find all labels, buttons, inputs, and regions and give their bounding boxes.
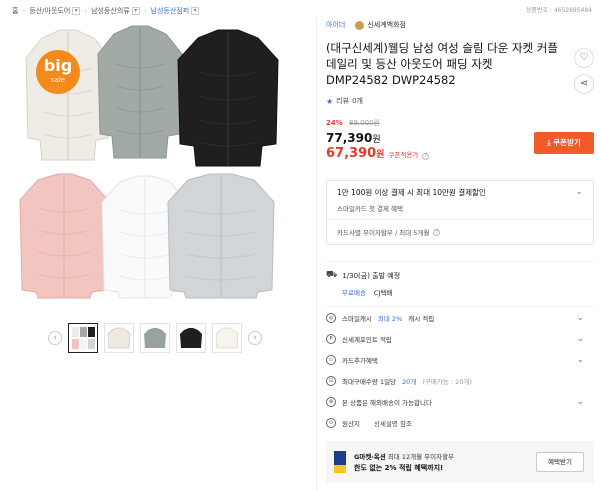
breadcrumb-item-outdoor[interactable]: 등산/아웃도어 ▾ — [29, 6, 81, 16]
option-max-quantity: ⊡ 최대구매수량 1일당 20개 (구매가능 : 20개) — [326, 370, 594, 391]
chevron-down-icon[interactable]: ⌄ — [576, 334, 584, 344]
coupon-download-button[interactable]: ⤓ 쿠폰받기 — [534, 132, 594, 154]
jacket-black — [177, 29, 279, 167]
product-title: (대구신세계)웰딩 남성 여성 슬림 다운 자켓 커플 데일리 및 등산 아웃도… — [326, 41, 558, 87]
origin-icon: ⊙ — [326, 417, 336, 428]
thumbnail-strip: ‹ › — [48, 320, 268, 356]
product-info-panel: 아이더 신세계백화점 (대구신세계)웰딩 남성 여성 슬림 다운 자켓 커플 데… — [326, 18, 594, 483]
gmarket-card-icon — [334, 451, 346, 473]
free-shipping-label: 무료배송 — [342, 289, 366, 297]
thumbnail-image — [107, 327, 131, 349]
globe-icon: ⊕ — [326, 396, 336, 407]
jacket-cream — [25, 29, 111, 161]
carrier-label: CJ택배 — [373, 289, 393, 297]
chevron-down-icon[interactable]: ⌄ — [576, 397, 584, 407]
coupon-price-label: 쿠폰적용가 — [388, 151, 419, 159]
help-icon[interactable]: ? — [422, 153, 430, 160]
option-points[interactable]: P 신세계포인트 적립 ⌄ — [326, 328, 594, 349]
thumbnail-image — [144, 328, 166, 348]
breadcrumb-item-mens-wear[interactable]: 남성등산의류 ▾ — [91, 6, 140, 16]
thumbnail-item[interactable] — [140, 323, 170, 353]
option-overseas-shipping[interactable]: ⊕ 본 상품은 해외배송이 가능합니다 ⌄ — [326, 391, 594, 412]
jacket-light-gray — [167, 173, 275, 299]
discount-row: 24% 89,000원 — [326, 118, 594, 128]
shop-row: 아이더 신세계백화점 — [326, 18, 594, 32]
option-card-benefits[interactable]: ▭ 카드추가혜택 ⌄ — [326, 349, 594, 370]
thumbnail-image — [72, 327, 95, 349]
chevron-down-icon[interactable]: ⌄ — [575, 187, 583, 197]
card-promo-banner[interactable]: G마켓·옥션 최대 12개월 무이자할부 한도 없는 2% 적립 혜택까지! 혜… — [326, 441, 594, 483]
breadcrumb-separator: › — [22, 7, 26, 15]
breadcrumb-separator: › — [143, 7, 147, 15]
thumbnail-item[interactable] — [68, 323, 98, 353]
store-link[interactable]: 신세계백화점 — [355, 20, 406, 30]
jacket-pink — [19, 173, 109, 299]
wishlist-heart-icon[interactable]: ♡ — [574, 48, 594, 68]
discount-rate: 24% — [326, 119, 343, 127]
brand-link[interactable]: 아이더 — [326, 20, 345, 30]
review-summary[interactable]: ★ 리뷰 0개 — [326, 96, 594, 106]
share-icon[interactable]: ⋖ — [574, 74, 594, 94]
promo-title: 1만 100원 이상 결제 시 최대 10만원 결제할인 — [337, 188, 486, 197]
breadcrumb-home[interactable]: 홈 — [12, 6, 18, 16]
thumbnail-image — [180, 328, 202, 348]
help-icon[interactable]: ? — [433, 228, 441, 236]
thumbnail-prev-button[interactable]: ‹ — [48, 331, 62, 345]
store-logo-icon — [355, 20, 365, 30]
breadcrumb: 홈 › 등산/아웃도어 ▾ › 남성등산의류 ▾ › 남성등산점퍼 ▾ — [12, 4, 200, 18]
original-price: 89,000원 — [349, 119, 380, 127]
chevron-down-icon[interactable]: ▾ — [191, 7, 200, 15]
price-box: 24% 89,000원 77,390원 67,390원 쿠폰적용가 ? ⤓ 쿠폰… — [326, 118, 594, 164]
big-sale-badge: big sale — [36, 50, 80, 94]
chevron-down-icon[interactable]: ⌄ — [576, 355, 584, 365]
thumbnail-item[interactable] — [212, 323, 242, 353]
breadcrumb-separator: › — [84, 7, 88, 15]
thumbnail-image — [215, 327, 239, 349]
installment-info[interactable]: 카드사별 무이자할부 / 최대 5개월 ? — [327, 219, 593, 244]
ship-date: 1/30(금) 출발 예정 — [342, 271, 401, 280]
jacket-sage — [97, 25, 183, 159]
star-icon: ★ — [326, 96, 334, 106]
shipping-info: ⛟ 1/30(금) 출발 예정 무료배송 CJ택배 — [326, 261, 594, 297]
thumbnail-item[interactable] — [104, 323, 134, 353]
option-smile-cash[interactable]: ◎ 스마일캐시 최대 2% 캐시 적립 ⌄ — [326, 307, 594, 328]
thumbnail-item[interactable] — [176, 323, 206, 353]
divider — [316, 18, 317, 491]
option-origin: ⊙ 원산지 상세설명 참조 — [326, 412, 594, 433]
creditcard-icon: ▭ — [326, 354, 336, 365]
points-icon: P — [326, 333, 336, 344]
side-actions: ♡ ⋖ — [574, 48, 594, 94]
card-icon: ◎ — [326, 312, 336, 323]
benefit-options: ◎ 스마일캐시 최대 2% 캐시 적립 ⌄ P 신세계포인트 적립 ⌄ ▭ 카드추가… — [326, 306, 594, 433]
product-main-image[interactable]: big sale — [14, 22, 314, 307]
thumbnail-next-button[interactable]: › — [248, 331, 262, 345]
chevron-down-icon[interactable]: ▾ — [72, 7, 81, 15]
truck-icon: ⛟ — [326, 270, 338, 280]
product-code: 상품번호 : 4652695484 — [525, 7, 592, 14]
origin-detail-link[interactable]: 상세설명 참조 — [374, 418, 412, 428]
bag-icon: ⊡ — [326, 375, 336, 386]
breadcrumb-item-mens-jacket[interactable]: 남성등산점퍼 ▾ — [151, 6, 200, 16]
chevron-down-icon[interactable]: ⌄ — [576, 313, 584, 323]
promo-subtitle: 스마일카드 첫 결제 혜택 — [337, 205, 403, 213]
get-benefit-button[interactable]: 혜택받기 — [536, 452, 584, 472]
chevron-down-icon[interactable]: ▾ — [131, 7, 140, 15]
payment-promo[interactable]: 1만 100원 이상 결제 시 최대 10만원 결제할인 스마일카드 첫 결제 … — [326, 180, 594, 245]
